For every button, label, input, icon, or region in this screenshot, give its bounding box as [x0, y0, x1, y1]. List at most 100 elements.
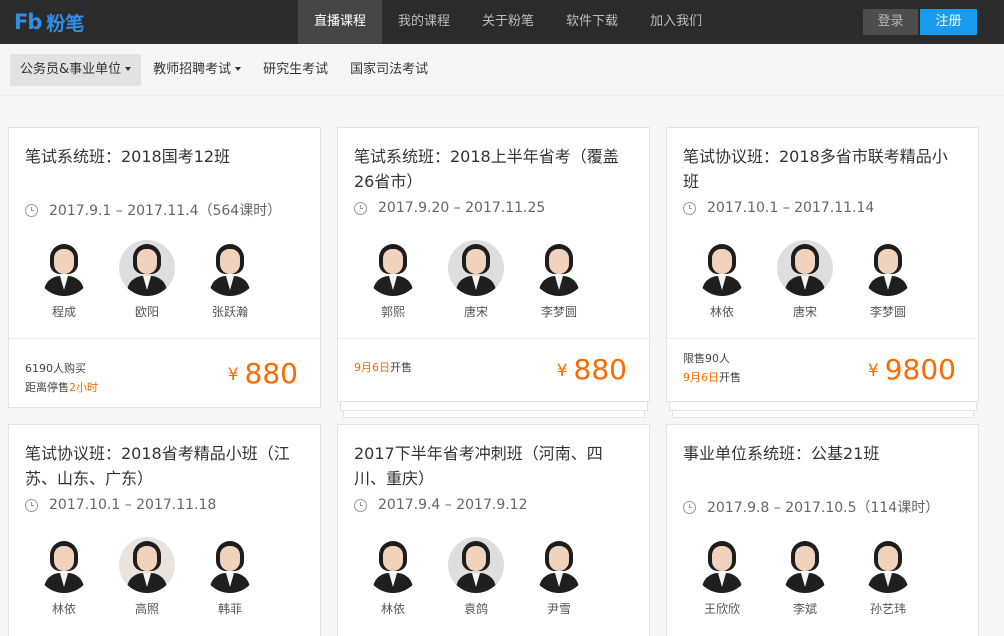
course-time: 2017.9.4 – 2017.9.12 — [354, 497, 528, 513]
teacher[interactable]: 王欣欣 — [682, 537, 762, 617]
course-card[interactable]: 笔试协议班：2018省考精品小班（江苏、山东、广东） 2017.10.1 – 2… — [8, 424, 321, 636]
nav-item-about[interactable]: 关于粉笔 — [466, 0, 550, 44]
nav-item-join-us[interactable]: 加入我们 — [634, 0, 718, 44]
teacher-name: 李斌 — [792, 602, 817, 616]
category-postgraduate[interactable]: 研究生考试 — [253, 54, 338, 86]
teacher[interactable]: 唐宋 — [765, 240, 845, 320]
teacher[interactable]: 袁鸽 — [436, 537, 516, 617]
price-value: 880 — [573, 353, 627, 386]
teacher-avatar — [119, 240, 175, 296]
course-title: 笔试系统班：2018上半年省考（覆盖26省市） — [354, 147, 619, 191]
teacher-avatar — [36, 537, 92, 593]
teacher-name: 林依 — [51, 602, 76, 616]
teacher[interactable]: 林依 — [682, 240, 762, 320]
teacher[interactable]: 张跃瀚 — [190, 240, 270, 320]
course-price: ¥880 — [557, 352, 627, 392]
clock-icon — [354, 201, 367, 215]
clock-icon — [683, 201, 696, 215]
top-navbar: Fb 粉笔 直播课程 我的课程 关于粉笔 软件下载 加入我们 登录 注册 — [0, 0, 1004, 44]
teacher-avatar — [694, 537, 750, 593]
teacher-name: 郭熙 — [380, 305, 405, 319]
teacher-avatar — [36, 240, 92, 296]
teacher-name: 高照 — [134, 602, 159, 616]
teacher[interactable]: 高照 — [107, 537, 187, 617]
category-bar: 公务员&事业单位 教师招聘考试 研究生考试 国家司法考试 — [0, 44, 1004, 96]
register-button[interactable]: 注册 — [920, 9, 977, 35]
teacher-name: 李梦圆 — [869, 305, 906, 319]
teacher-avatar — [694, 240, 750, 296]
course-title: 2017下半年省考冲刺班（河南、四川、重庆） — [354, 444, 603, 488]
login-button[interactable]: 登录 — [863, 9, 918, 35]
teacher-name: 韩菲 — [217, 602, 242, 616]
teacher-avatar — [448, 537, 504, 593]
currency-symbol: ¥ — [227, 365, 239, 385]
category-teacher-recruit[interactable]: 教师招聘考试 — [143, 54, 251, 86]
currency-symbol: ¥ — [867, 361, 879, 381]
sale-start: 9月6日开售 — [354, 358, 412, 377]
teacher-avatar — [531, 537, 587, 593]
sale-start-suffix: 开售 — [390, 361, 412, 374]
teacher-name: 张跃瀚 — [211, 305, 248, 319]
teacher[interactable]: 李斌 — [765, 537, 845, 617]
course-list: 笔试系统班：2018国考12班 2017.9.1 – 2017.11.4（564… — [0, 97, 1004, 636]
teacher-name: 唐宋 — [792, 305, 817, 319]
teacher[interactable]: 韩菲 — [190, 537, 270, 617]
teacher[interactable]: 尹雪 — [519, 537, 599, 617]
card-footer: 6190人购买 距离停售2小时 ¥880 — [9, 338, 320, 408]
course-time-text: 2017.10.1 – 2017.11.14 — [707, 200, 875, 216]
main-nav: 直播课程 我的课程 关于粉笔 软件下载 加入我们 — [298, 0, 718, 44]
teacher-name: 程成 — [51, 305, 76, 319]
course-card[interactable]: 笔试协议班：2018多省市联考精品小班 2017.10.1 – 2017.11.… — [666, 127, 979, 402]
sale-start-date: 9月6日 — [683, 371, 719, 384]
course-title: 事业单位系统班：公基21班 — [683, 444, 880, 463]
course-price: ¥9800 — [868, 352, 956, 392]
course-time-text: 2017.9.20 – 2017.11.25 — [378, 200, 546, 216]
teacher-avatar — [365, 240, 421, 296]
course-card[interactable]: 2017下半年省考冲刺班（河南、四川、重庆） 2017.9.4 – 2017.9… — [337, 424, 650, 636]
teacher[interactable]: 林依 — [24, 537, 104, 617]
teacher[interactable]: 林依 — [353, 537, 433, 617]
teacher[interactable]: 唐宋 — [436, 240, 516, 320]
course-card[interactable]: 笔试系统班：2018国考12班 2017.9.1 – 2017.11.4（564… — [8, 127, 321, 408]
course-time-text: 2017.10.1 – 2017.11.18 — [49, 497, 217, 513]
teacher[interactable]: 欧阳 — [107, 240, 187, 320]
teacher[interactable]: 孙艺玮 — [848, 537, 928, 617]
teacher[interactable]: 程成 — [24, 240, 104, 320]
teacher-avatar — [202, 240, 258, 296]
brand-logo[interactable]: Fb 粉笔 — [14, 10, 85, 35]
deadline-prefix: 距离停售 — [25, 381, 69, 394]
clock-icon — [354, 498, 367, 512]
category-label: 教师招聘考试 — [153, 62, 232, 77]
clock-icon — [25, 203, 38, 217]
course-time-text: 2017.9.1 – 2017.11.4（564课时） — [49, 203, 282, 219]
price-value: 9800 — [884, 353, 956, 386]
nav-item-download[interactable]: 软件下载 — [550, 0, 634, 44]
logo-text: 粉笔 — [46, 12, 85, 35]
price-value: 880 — [244, 357, 298, 390]
category-civil-service[interactable]: 公务员&事业单位 — [10, 54, 142, 86]
course-card[interactable]: 事业单位系统班：公基21班 2017.9.8 – 2017.10.5（114课时… — [666, 424, 979, 636]
teacher-avatar — [365, 537, 421, 593]
teacher-avatar — [448, 240, 504, 296]
course-time: 2017.9.8 – 2017.10.5（114课时） — [683, 497, 939, 517]
course-time: 2017.10.1 – 2017.11.14 — [683, 200, 874, 216]
course-time: 2017.9.20 – 2017.11.25 — [354, 200, 545, 216]
nav-item-live-courses[interactable]: 直播课程 — [298, 0, 383, 44]
teacher-list: 郭熙 唐宋 李梦圆 — [356, 240, 602, 320]
teacher[interactable]: 李梦圆 — [519, 240, 599, 320]
teacher[interactable]: 郭熙 — [353, 240, 433, 320]
course-card[interactable]: 笔试系统班：2018上半年省考（覆盖26省市） 2017.9.20 – 2017… — [337, 127, 650, 402]
teacher[interactable]: 李梦圆 — [848, 240, 928, 320]
teacher-list: 程成 欧阳 张跃瀚 — [27, 240, 273, 320]
teacher-list: 林依 唐宋 李梦圆 — [685, 240, 931, 320]
teacher-avatar — [777, 240, 833, 296]
sale-info: 9月6日开售 — [354, 358, 412, 377]
clock-icon — [683, 500, 696, 514]
currency-symbol: ¥ — [556, 361, 568, 381]
teacher-name: 唐宋 — [463, 305, 488, 319]
course-title: 笔试系统班：2018国考12班 — [25, 147, 231, 166]
clock-icon — [25, 498, 38, 512]
category-judicial-exam[interactable]: 国家司法考试 — [340, 54, 438, 86]
teacher-name: 孙艺玮 — [869, 602, 906, 616]
nav-item-my-courses[interactable]: 我的课程 — [382, 0, 466, 44]
